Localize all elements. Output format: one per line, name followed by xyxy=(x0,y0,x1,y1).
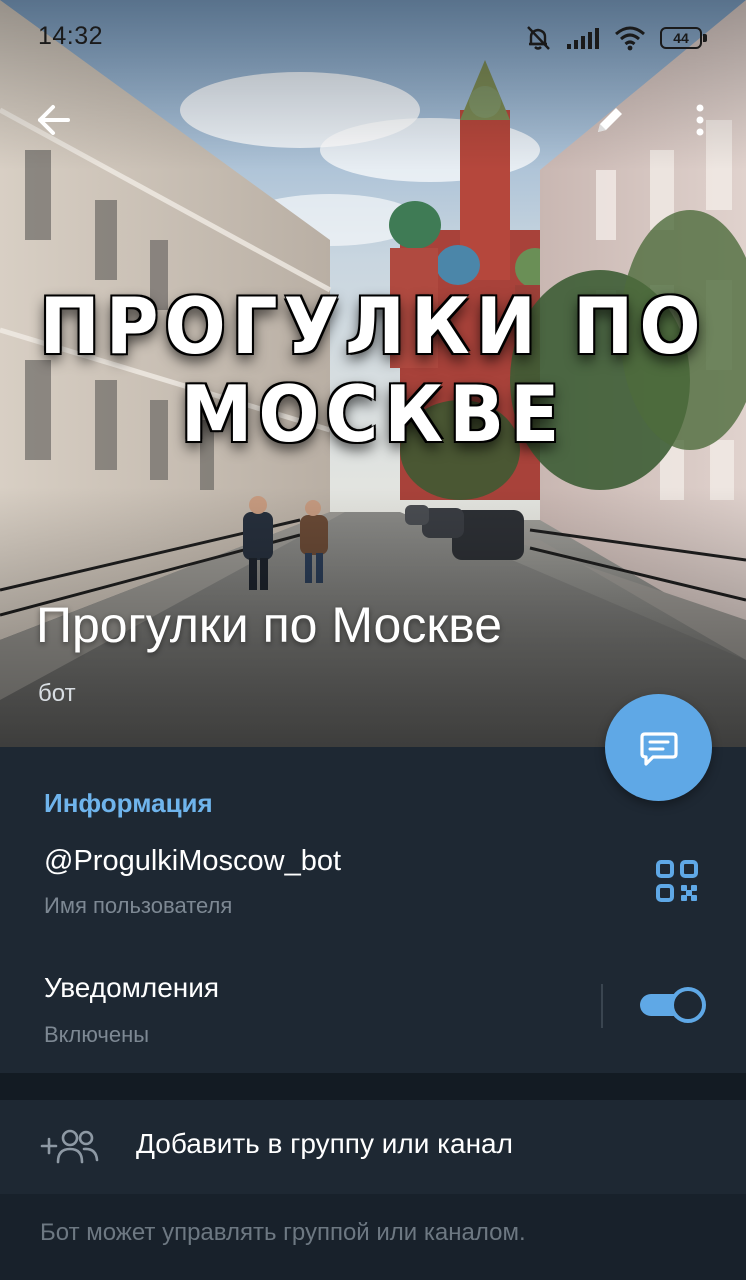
more-options-button[interactable] xyxy=(678,96,722,144)
poster-title-line-1: ПРОГУЛКИ ПО xyxy=(39,280,707,372)
status-icons: 44 xyxy=(524,22,707,54)
signal-icon xyxy=(567,28,599,49)
qr-code-icon xyxy=(656,860,698,902)
section-title-info: Информация xyxy=(44,788,213,818)
profile-header: ПРОГУЛКИ ПО МОСКВЕ Прогулки по Москве бо… xyxy=(0,0,746,747)
bell-off-icon xyxy=(527,26,550,50)
wifi-icon xyxy=(615,26,645,51)
message-icon xyxy=(639,731,678,766)
notifications-toggle[interactable] xyxy=(640,986,706,1024)
add-user-icon xyxy=(40,1126,100,1166)
notifications-label[interactable]: Уведомления xyxy=(44,972,219,1004)
username-value[interactable]: @ProgulkiMoscow_bot xyxy=(44,845,341,878)
username-label: Имя пользователя xyxy=(44,893,233,918)
toggle-knob xyxy=(670,987,706,1023)
poster-title-line-2: МОСКВЕ xyxy=(180,368,566,460)
status-bar: 14:32 44 xyxy=(0,0,746,76)
more-vertical-icon xyxy=(696,104,704,136)
qr-code-button[interactable] xyxy=(654,858,700,904)
footer-note: Бот может управлять группой или каналом. xyxy=(40,1219,526,1246)
add-to-group-label: Добавить в группу или канал xyxy=(136,1128,513,1159)
notifications-status: Включены xyxy=(44,1022,150,1047)
section-separator xyxy=(0,1073,746,1100)
arrow-left-icon xyxy=(38,105,70,135)
divider xyxy=(601,984,603,1028)
message-button[interactable] xyxy=(605,694,712,801)
edit-button[interactable] xyxy=(586,96,634,144)
profile-subtitle: бот xyxy=(38,680,76,707)
battery-icon: 44 xyxy=(660,27,707,49)
profile-name: Прогулки по Москве xyxy=(36,597,503,653)
pencil-icon xyxy=(598,108,622,132)
back-button[interactable] xyxy=(30,96,78,144)
status-time: 14:32 xyxy=(38,22,104,50)
battery-level: 44 xyxy=(673,30,689,46)
